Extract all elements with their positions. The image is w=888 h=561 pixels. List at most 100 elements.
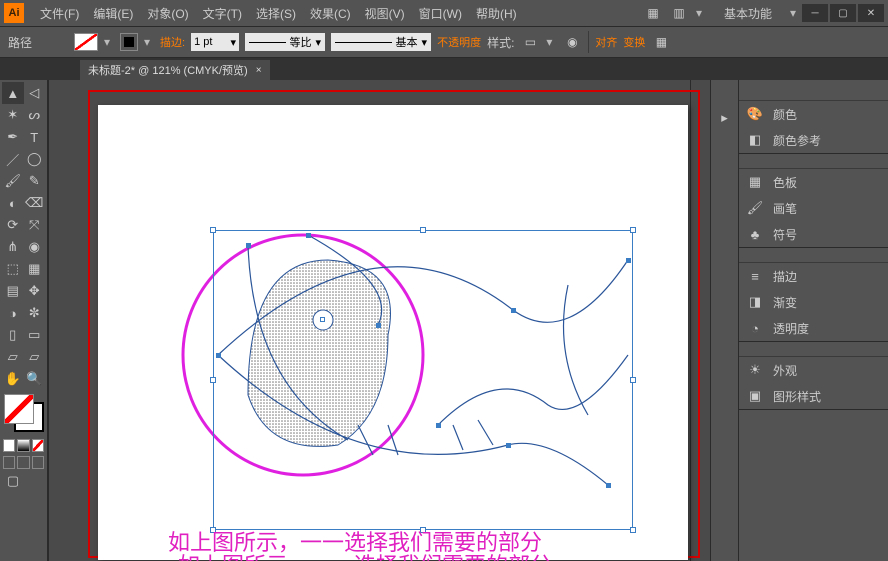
arrange-icon[interactable]: ▥ (670, 4, 688, 22)
lasso-tool[interactable]: ᔕ (24, 104, 46, 126)
palette-icon: 🎨 (747, 106, 763, 122)
perspective-tool[interactable]: ▦ (24, 258, 46, 280)
slice-tool[interactable]: ▱ (24, 346, 46, 368)
brush-profile-basic[interactable]: 基本▾ (331, 33, 431, 51)
screen-mode[interactable]: ▢ (2, 470, 24, 492)
fill-dropdown-icon[interactable]: ▾ (104, 35, 114, 49)
panel-color-guide[interactable]: ◧颜色参考 (739, 127, 888, 153)
menu-select[interactable]: 选择(S) (250, 3, 302, 24)
menu-view[interactable]: 视图(V) (359, 3, 411, 24)
style-dropdown-icon[interactable]: ▾ (546, 35, 556, 49)
style-label: 样式: (487, 34, 514, 51)
draw-inside[interactable] (32, 456, 44, 469)
context-label: 路径 (8, 34, 32, 51)
panel-graphic-styles[interactable]: ▣图形样式 (739, 383, 888, 409)
artboard[interactable]: 如上图所示，一一选择我们需要的部分 (98, 105, 688, 560)
document-tabbar: 未标题-2* @ 121% (CMYK/预览) × (0, 58, 888, 80)
menu-file[interactable]: 文件(F) (34, 3, 85, 24)
pencil-tool[interactable]: ✎ (24, 170, 46, 192)
separator (588, 31, 589, 53)
warp-tool[interactable]: ◉ (24, 236, 46, 258)
stroke-weight-input[interactable]: 1 pt▾ (191, 33, 239, 51)
maximize-button[interactable]: ▢ (830, 4, 856, 22)
gradient-tool[interactable]: ✥ (24, 280, 46, 302)
menu-effect[interactable]: 效果(C) (304, 3, 357, 24)
stroke-dropdown-icon[interactable]: ▾ (144, 35, 154, 49)
panel-gradient[interactable]: ◨渐变 (739, 289, 888, 315)
transform-label[interactable]: 变换 (623, 34, 645, 50)
minimize-button[interactable]: ─ (802, 4, 828, 22)
stroke-label[interactable]: 描边: (160, 34, 185, 50)
menu-type[interactable]: 文字(T) (197, 3, 248, 24)
menu-object[interactable]: 对象(O) (141, 3, 194, 24)
fill-stroke-swatches[interactable] (2, 394, 45, 436)
scale-tool[interactable]: ⤧ (24, 214, 46, 236)
draw-normal[interactable] (3, 456, 15, 469)
stroke-swatch[interactable] (120, 33, 138, 51)
panel-appearance[interactable]: ☀外观 (739, 357, 888, 383)
document-tab[interactable]: 未标题-2* @ 121% (CMYK/预览) × (80, 60, 270, 80)
color-mode-none[interactable] (32, 439, 44, 452)
fill-color-swatch[interactable] (4, 394, 34, 424)
tab-close-icon[interactable]: × (256, 65, 262, 76)
menu-edit[interactable]: 编辑(E) (87, 3, 139, 24)
blend-tool[interactable]: ✼ (24, 302, 46, 324)
selection-bounds (213, 230, 633, 530)
shape-builder-tool[interactable]: ⬚ (2, 258, 24, 280)
rotate-tool[interactable]: ⟳ (2, 214, 24, 236)
stroke-icon: ≡ (747, 268, 763, 284)
width-tool[interactable]: ⋔ (2, 236, 24, 258)
panel-stroke[interactable]: ≡描边 (739, 263, 888, 289)
right-panels: 🎨颜色 ◧颜色参考 ▦色板 🖌画笔 ♣符号 ≡描边 ◨渐变 ◔透明度 ☀外观 ▣… (738, 80, 888, 561)
control-bar: 路径 ▾ ▾ 描边: 1 pt▾ 等比▾ 基本▾ 不透明度 样式: ▭ ▾ ◉ … (0, 26, 888, 58)
graphic-styles-icon: ▣ (747, 388, 763, 404)
arrange-dropdown-icon[interactable]: ▾ (696, 6, 706, 20)
draw-behind[interactable] (17, 456, 29, 469)
pen-tool[interactable]: ✒ (2, 126, 24, 148)
workspace-dropdown-icon[interactable]: ▾ (790, 6, 800, 20)
bridge-icon[interactable]: ▦ (644, 4, 662, 22)
panel-transparency[interactable]: ◔透明度 (739, 315, 888, 341)
opacity-label[interactable]: 不透明度 (437, 34, 481, 50)
panel-symbols[interactable]: ♣符号 (739, 221, 888, 247)
zoom-tool[interactable]: 🔍 (24, 368, 46, 390)
app-logo: Ai (4, 3, 24, 23)
graph-tool[interactable]: ▭ (24, 324, 46, 346)
hand-tool[interactable]: ✋ (2, 368, 24, 390)
menu-help[interactable]: 帮助(H) (470, 3, 523, 24)
workspace-switcher[interactable]: 基本功能 (714, 3, 782, 24)
panel-color[interactable]: 🎨颜色 (739, 101, 888, 127)
close-button[interactable]: ✕ (858, 4, 884, 22)
eraser-tool[interactable]: ⌫ (24, 192, 46, 214)
paintbrush-tool[interactable]: 🖌 (2, 170, 24, 192)
fill-swatch[interactable] (74, 33, 98, 51)
eyedropper-tool[interactable]: ◑ (2, 302, 24, 324)
collapsed-dock: ▸ (710, 80, 738, 561)
panel-swatches[interactable]: ▦色板 (739, 169, 888, 195)
direct-selection-tool[interactable]: ◁ (24, 82, 46, 104)
recolor-icon[interactable]: ◉ (562, 33, 582, 51)
selection-tool[interactable]: ▲ (2, 82, 24, 104)
symbols-icon: ♣ (747, 226, 763, 242)
magic-wand-tool[interactable]: ✶ (2, 104, 24, 126)
artboard-tool[interactable]: ▱ (2, 346, 24, 368)
menu-window[interactable]: 窗口(W) (413, 3, 468, 24)
isolate-icon[interactable]: ▦ (651, 33, 671, 51)
type-tool[interactable]: T (24, 126, 46, 148)
color-mode-solid[interactable] (3, 439, 15, 452)
dock-expand-icon[interactable]: ▸ (716, 110, 734, 126)
symbol-sprayer-tool[interactable]: ▯ (2, 324, 24, 346)
panel-brushes[interactable]: 🖌画笔 (739, 195, 888, 221)
blob-brush-tool[interactable]: ◐ (2, 192, 24, 214)
color-mode-gradient[interactable] (17, 439, 29, 452)
titlebar: Ai 文件(F) 编辑(E) 对象(O) 文字(T) 选择(S) 效果(C) 视… (0, 0, 888, 26)
main-menu: 文件(F) 编辑(E) 对象(O) 文字(T) 选择(S) 效果(C) 视图(V… (34, 3, 523, 24)
align-label[interactable]: 对齐 (595, 34, 617, 50)
canvas-area[interactable]: 如上图所示，一一选择我们需要的部分 如上图所示，一一选择我们需要的部分 (48, 80, 710, 561)
brushes-icon: 🖌 (747, 200, 763, 216)
width-profile-uniform[interactable]: 等比▾ (245, 33, 325, 51)
style-swatch[interactable]: ▭ (520, 33, 540, 51)
mesh-tool[interactable]: ▤ (2, 280, 24, 302)
line-tool[interactable]: ／ (2, 148, 24, 170)
ellipse-tool[interactable]: ◯ (24, 148, 46, 170)
